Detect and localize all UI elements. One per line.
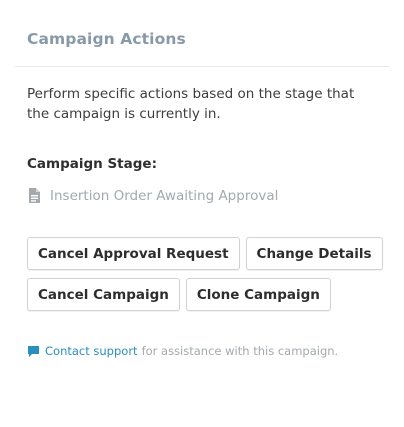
contact-support-link[interactable]: Contact support — [45, 344, 138, 358]
support-suffix-text: for assistance with this campaign. — [141, 344, 339, 358]
panel-title: Campaign Actions — [27, 30, 186, 48]
chat-bubble-icon — [27, 345, 40, 358]
support-line: Contact support for assistance with this… — [27, 344, 338, 358]
action-buttons-row-1: Cancel Approval Request Change Details — [27, 237, 383, 270]
clone-campaign-button[interactable]: Clone Campaign — [185, 278, 331, 311]
change-details-button[interactable]: Change Details — [245, 237, 383, 270]
campaign-stage-text: Insertion Order Awaiting Approval — [50, 187, 279, 204]
divider — [15, 66, 389, 67]
campaign-actions-panel: Campaign Actions Perform specific action… — [0, 0, 404, 427]
cancel-approval-request-button[interactable]: Cancel Approval Request — [27, 237, 240, 270]
document-icon — [27, 187, 42, 204]
cancel-campaign-button[interactable]: Cancel Campaign — [27, 278, 180, 311]
campaign-stage-value: Insertion Order Awaiting Approval — [27, 187, 278, 204]
campaign-stage-label: Campaign Stage: — [27, 156, 157, 172]
panel-description: Perform specific actions based on the st… — [27, 86, 355, 122]
action-buttons-row-2: Cancel Campaign Clone Campaign — [27, 278, 331, 311]
